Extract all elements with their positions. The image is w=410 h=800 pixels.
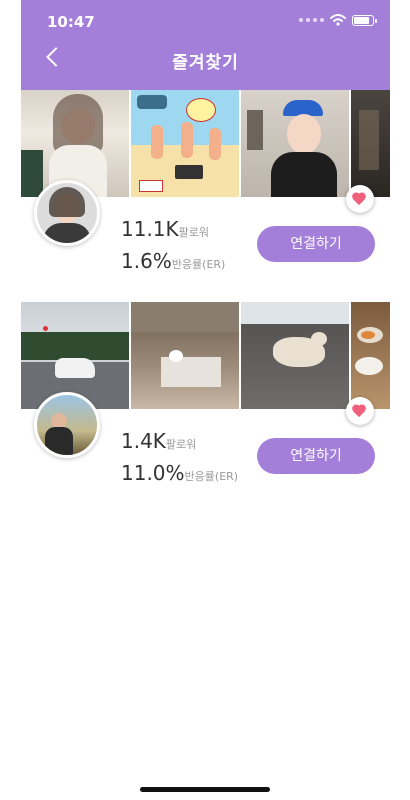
status-time: 10:47 bbox=[47, 13, 95, 31]
post-photo[interactable] bbox=[131, 90, 239, 197]
followers-label: 팔로워 bbox=[178, 226, 210, 239]
favorite-heart-button[interactable] bbox=[346, 185, 374, 213]
app-header: 10:47 즐겨찾기 bbox=[21, 0, 390, 90]
connect-button[interactable]: 연결하기 bbox=[257, 226, 375, 262]
engagement-stat: 1.6%반응률(ER) bbox=[121, 249, 225, 273]
heart-icon bbox=[353, 193, 367, 206]
engagement-value: 1.6% bbox=[121, 249, 172, 273]
screen: 10:47 즐겨찾기 11.1K팔로워 1.6%반응률(ER) 연결하기 1.4… bbox=[21, 0, 390, 800]
status-icons bbox=[299, 14, 377, 26]
followers-value: 11.1K bbox=[121, 217, 179, 241]
post-photo[interactable] bbox=[241, 302, 349, 409]
followers-value: 1.4K bbox=[121, 429, 166, 453]
page-title: 즐겨찾기 bbox=[172, 53, 239, 73]
engagement-stat: 11.0%반응률(ER) bbox=[121, 461, 238, 485]
post-photo[interactable] bbox=[131, 302, 239, 409]
wifi-icon bbox=[330, 14, 346, 26]
engagement-label: 반응률(ER) bbox=[171, 258, 226, 271]
connect-button[interactable]: 연결하기 bbox=[257, 438, 375, 474]
followers-label: 팔로워 bbox=[165, 438, 197, 451]
post-photo[interactable] bbox=[241, 90, 349, 197]
signal-icon bbox=[299, 18, 324, 22]
favorite-card[interactable]: 1.4K팔로워 11.0%반응률(ER) 연결하기 bbox=[21, 302, 390, 502]
avatar[interactable] bbox=[34, 392, 100, 458]
engagement-value: 11.0% bbox=[121, 461, 185, 485]
post-photo[interactable] bbox=[351, 90, 390, 197]
favorite-heart-button[interactable] bbox=[346, 397, 374, 425]
home-indicator bbox=[140, 787, 270, 792]
heart-icon bbox=[353, 405, 367, 418]
post-photo[interactable] bbox=[351, 302, 390, 409]
battery-icon bbox=[352, 14, 377, 26]
followers-stat: 11.1K팔로워 bbox=[121, 217, 209, 241]
engagement-label: 반응률(ER) bbox=[184, 470, 239, 483]
avatar[interactable] bbox=[34, 180, 100, 246]
followers-stat: 1.4K팔로워 bbox=[121, 429, 196, 453]
favorite-card[interactable]: 11.1K팔로워 1.6%반응률(ER) 연결하기 bbox=[21, 90, 390, 290]
